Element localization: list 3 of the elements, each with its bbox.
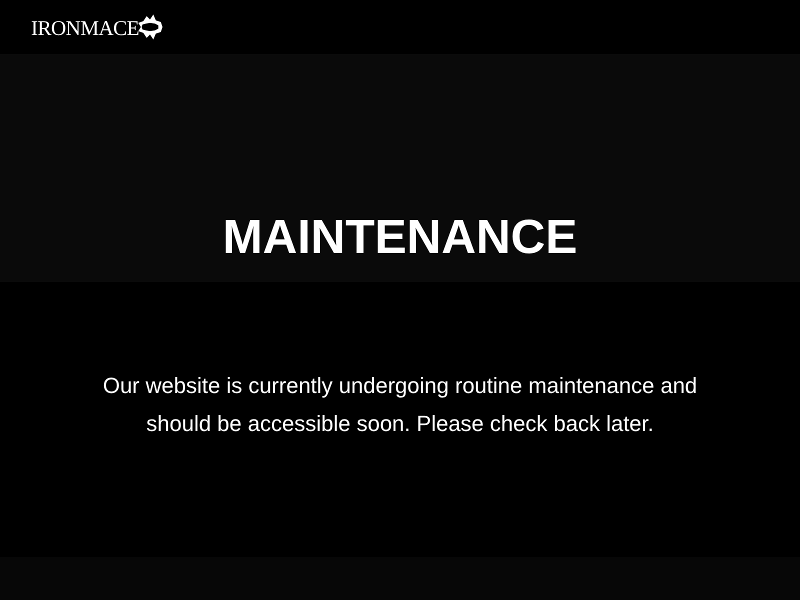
maintenance-message: Our website is currently undergoing routine maintenance and should be accessible soon. Please check back later. [102,372,698,438]
logo[interactable]: IRONMACE [31,12,166,42]
page-title: MAINTENANCE [222,210,578,266]
